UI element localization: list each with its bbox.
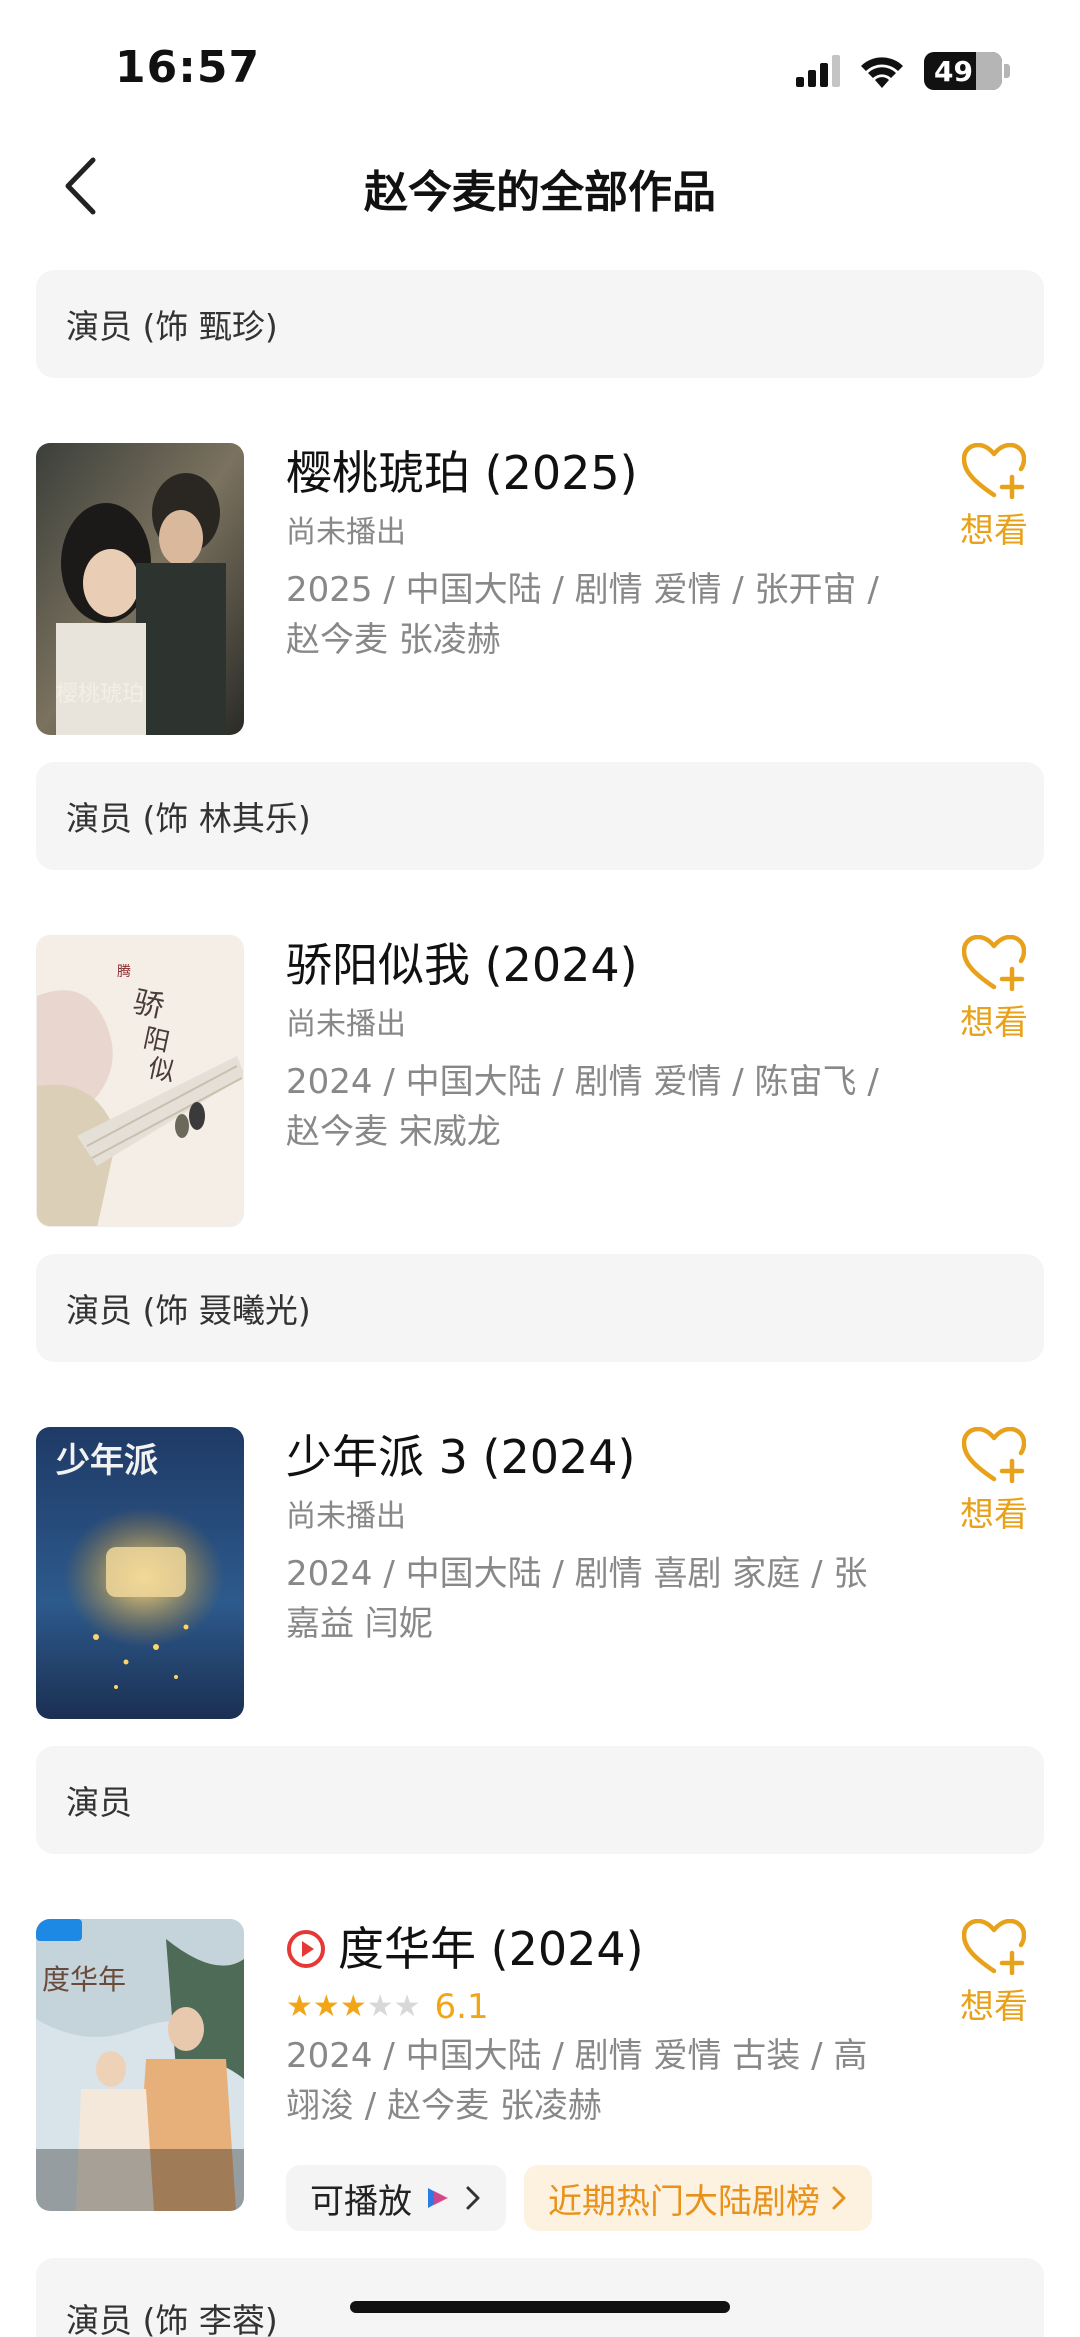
work-info: 少年派 3 (2024) 尚未播出 2024 / 中国大陆 / 剧情 喜剧 家庭… — [286, 1427, 896, 1649]
work-meta: 2024 / 中国大陆 / 剧情 爱情 / 陈宙飞 / 赵今麦 宋威龙 — [286, 1062, 879, 1152]
poster-image[interactable]: 度华年 — [36, 1919, 244, 2211]
status-bar: 16:57 49 — [0, 0, 1080, 120]
youku-icon — [428, 2188, 448, 2208]
want-to-watch-button[interactable]: 想看 — [944, 935, 1044, 1044]
chevron-right-icon — [832, 2186, 846, 2210]
want-label: 想看 — [960, 1987, 1028, 2027]
battery-level: 49 — [934, 54, 973, 88]
svg-text:度华年: 度华年 — [42, 1963, 126, 1996]
role-header: 演员 (饰 林其乐) — [36, 762, 1044, 870]
star-icon: ★ — [339, 1989, 367, 2024]
role-header: 演员 (饰 李蓉) — [36, 2258, 1044, 2337]
hot-rank-chip[interactable]: 近期热门大陆剧榜 — [524, 2165, 872, 2231]
svg-text:腾: 腾 — [117, 963, 131, 980]
work-meta: 2024 / 中国大陆 / 剧情 喜剧 家庭 / 张嘉益 闫妮 — [286, 1554, 868, 1644]
work-info: 度华年 (2024) ★ ★ ★ ★ ★ 6.1 2024 / 中国大陆 / 剧… — [286, 1919, 896, 2131]
work-meta: 2024 / 中国大陆 / 剧情 爱情 古装 / 高翊浚 / 赵今麦 张凌赫 — [286, 2036, 868, 2126]
home-indicator[interactable] — [350, 2301, 730, 2313]
chip-row: 可播放 近期热门大陆剧榜 — [286, 2165, 872, 2231]
air-status: 尚未播出 — [286, 1499, 406, 1534]
work-title-row[interactable]: 度华年 (2024) — [286, 1919, 896, 1979]
work-title[interactable]: 少年派 3 (2024) — [286, 1427, 896, 1487]
rating-value: 6.1 — [434, 1987, 489, 2027]
playable-chip[interactable]: 可播放 — [286, 2165, 506, 2231]
role-header: 演员 (饰 聂曦光) — [36, 1254, 1044, 1362]
poster-image[interactable]: 少年派 — [36, 1427, 244, 1719]
want-to-watch-button[interactable]: 想看 — [944, 1919, 1044, 2028]
want-to-watch-button[interactable]: 想看 — [944, 443, 1044, 552]
playable-label: 可播放 — [310, 2181, 412, 2222]
want-to-watch-button[interactable]: 想看 — [944, 1427, 1044, 1536]
star-icon: ★ — [393, 1989, 421, 2024]
battery-icon: 49 — [924, 52, 1010, 90]
want-label: 想看 — [960, 511, 1028, 551]
want-label: 想看 — [960, 1003, 1028, 1043]
work-title[interactable]: 度华年 (2024) — [338, 1919, 644, 1979]
work-title[interactable]: 樱桃琥珀 (2025) — [286, 443, 896, 503]
work-item[interactable]: 樱桃琥珀 樱桃琥珀 (2025) 尚未播出 2025 / 中国大陆 / 剧情 爱… — [36, 443, 1044, 735]
status-icons: 49 — [796, 48, 1010, 94]
air-status: 尚未播出 — [286, 1007, 406, 1042]
role-header: 演员 (饰 甄珍) — [36, 270, 1044, 378]
want-label: 想看 — [960, 1495, 1028, 1535]
chevron-right-icon — [466, 2186, 480, 2210]
heart-plus-icon — [962, 1919, 1026, 1975]
work-item[interactable]: 腾 骄 阳 似 骄阳似我 (2024) 尚未播出 2024 / 中国大陆 / 剧… — [36, 935, 1044, 1227]
heart-plus-icon — [962, 935, 1026, 991]
page-title: 赵今麦的全部作品 — [364, 167, 716, 218]
svg-text:樱桃琥珀: 樱桃琥珀 — [56, 682, 144, 707]
role-header: 演员 — [36, 1746, 1044, 1854]
work-meta: 2025 / 中国大陆 / 剧情 爱情 / 张开宙 / 赵今麦 张凌赫 — [286, 570, 879, 660]
nav-bar: 赵今麦的全部作品 — [0, 130, 1080, 240]
poster-image[interactable]: 樱桃琥珀 — [36, 443, 244, 735]
play-circle-icon — [287, 1930, 325, 1968]
work-info: 樱桃琥珀 (2025) 尚未播出 2025 / 中国大陆 / 剧情 爱情 / 张… — [286, 443, 896, 665]
signal-icon — [796, 55, 840, 87]
heart-plus-icon — [962, 1427, 1026, 1483]
status-time: 16:57 — [115, 42, 261, 93]
wifi-icon — [861, 57, 903, 88]
heart-plus-icon — [962, 443, 1026, 499]
poster-image[interactable]: 腾 骄 阳 似 — [36, 935, 244, 1227]
work-title[interactable]: 骄阳似我 (2024) — [286, 935, 896, 995]
star-icon: ★ — [312, 1989, 340, 2024]
work-item[interactable]: 少年派 少年派 3 (2024) 尚未播出 2024 / 中国大陆 / 剧情 喜… — [36, 1427, 1044, 1719]
hot-rank-label: 近期热门大陆剧榜 — [548, 2181, 820, 2222]
work-item[interactable]: 度华年 度华年 (2024) ★ ★ ★ ★ ★ 6.1 2024 / 中国大陆… — [36, 1919, 1044, 2231]
star-icon: ★ — [286, 1989, 313, 2024]
work-info: 骄阳似我 (2024) 尚未播出 2024 / 中国大陆 / 剧情 爱情 / 陈… — [286, 935, 896, 1157]
star-icon: ★ — [366, 1989, 394, 2024]
rating: ★ ★ ★ ★ ★ 6.1 — [286, 1985, 896, 2029]
air-status: 尚未播出 — [286, 515, 406, 550]
svg-text:少年派: 少年派 — [56, 1441, 158, 1481]
